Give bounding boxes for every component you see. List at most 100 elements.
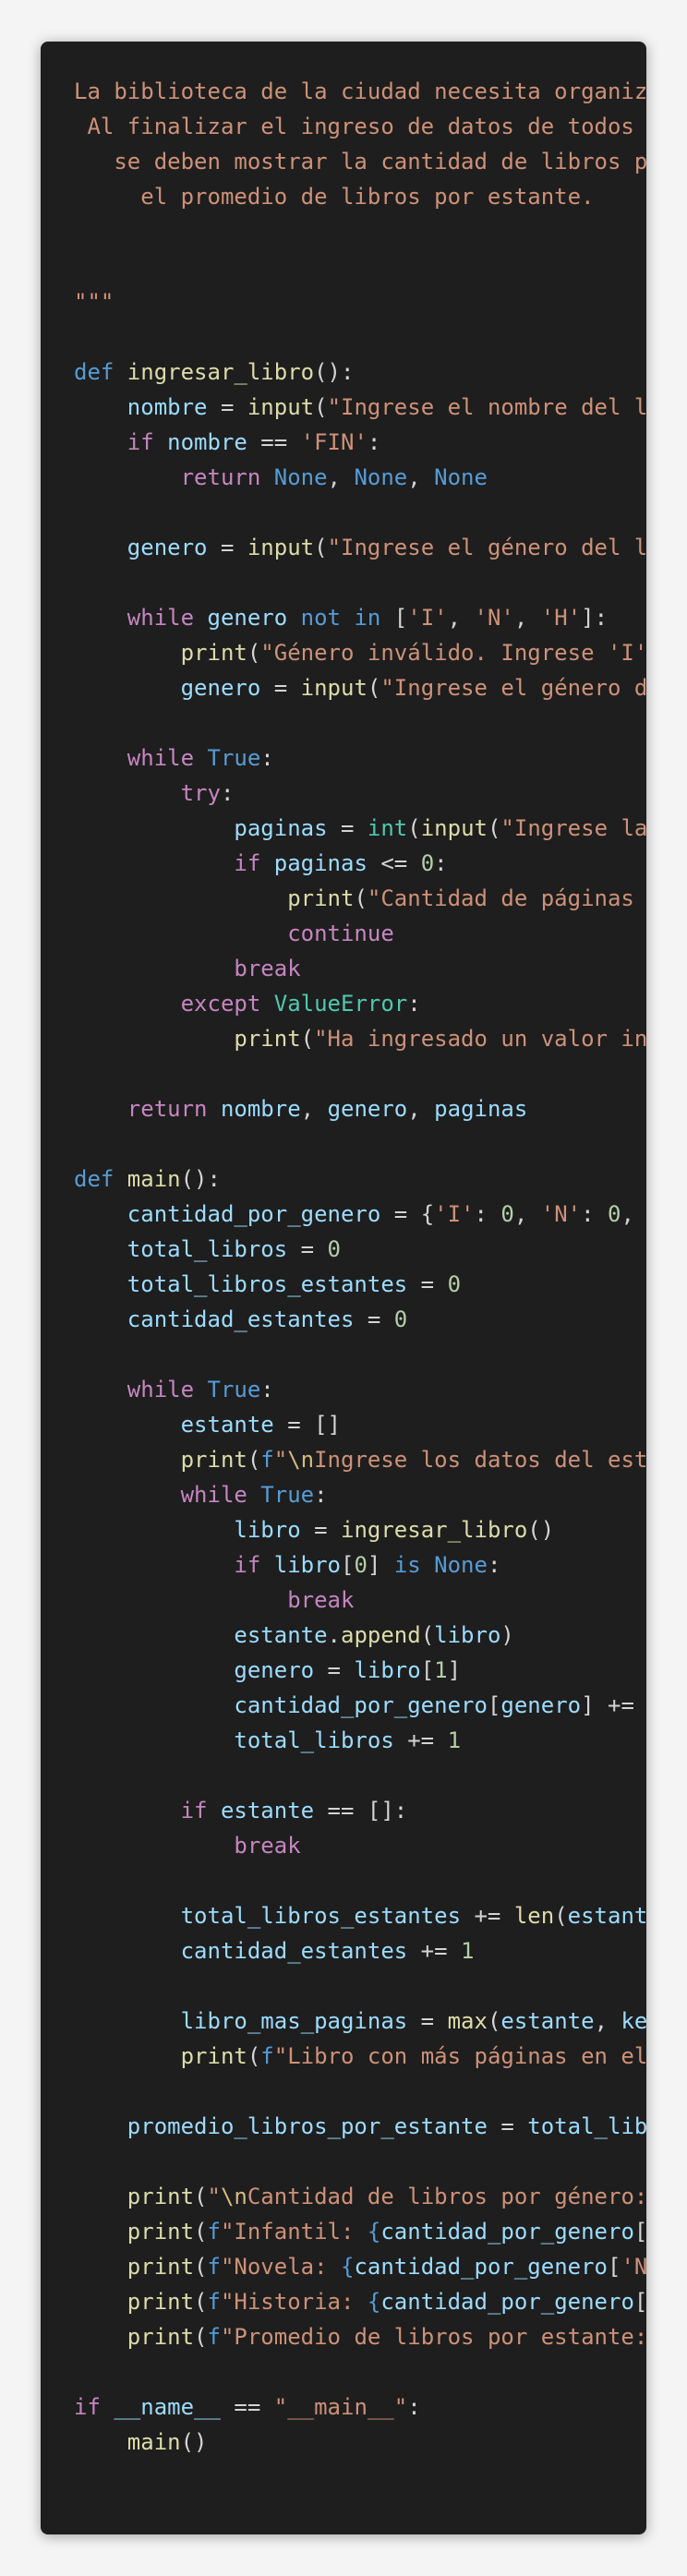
code-token: = bbox=[354, 1306, 394, 1332]
code-token: while bbox=[127, 1377, 208, 1402]
code-token: main bbox=[127, 2429, 181, 2455]
code-token: f bbox=[260, 1447, 274, 1473]
code-token: 'H' bbox=[540, 605, 582, 631]
code-line: Al finalizar el ingreso de datos de todo… bbox=[74, 109, 646, 144]
code-token: , bbox=[513, 1201, 541, 1227]
code-token: , bbox=[327, 464, 355, 490]
code-token: None bbox=[273, 464, 328, 490]
code-token: : bbox=[367, 429, 381, 455]
code-token: ( bbox=[354, 885, 368, 911]
code-token: Cantidad de libros por género: bbox=[247, 2184, 646, 2209]
code-token: None bbox=[354, 464, 408, 490]
code-token: ] bbox=[367, 1552, 394, 1578]
code-token: += bbox=[461, 1903, 514, 1929]
code-line: if nombre == 'FIN': bbox=[74, 425, 646, 460]
code-token: 'N' bbox=[540, 1201, 582, 1227]
code-token: libro bbox=[234, 1517, 301, 1543]
code-token: <= bbox=[367, 850, 421, 876]
code-token: . bbox=[327, 1622, 341, 1648]
code-line: el promedio de libros por estante. bbox=[74, 179, 646, 214]
code-token: while bbox=[127, 605, 208, 631]
code-token: f bbox=[207, 2324, 221, 2350]
code-token: total_libros_estantes bbox=[127, 1271, 408, 1297]
code-line: genero = libro[1] bbox=[74, 1653, 646, 1688]
code-token: cantidad_estantes bbox=[180, 1938, 408, 1964]
code-token: paginas bbox=[434, 1096, 528, 1122]
code-token: = bbox=[407, 1271, 448, 1297]
code-line: break bbox=[74, 951, 646, 986]
code-token: max bbox=[447, 2008, 488, 2034]
code-line: La biblioteca de la ciudad necesita orga… bbox=[74, 74, 646, 109]
code-token: el promedio de libros por estante. bbox=[74, 184, 595, 210]
code-token: print bbox=[180, 640, 247, 666]
code-token: : bbox=[487, 1552, 501, 1578]
code-token: 'FIN' bbox=[300, 429, 368, 455]
code-token: 'I' bbox=[407, 605, 448, 631]
code-token: ValueError bbox=[273, 991, 408, 1017]
code-line: if estante == []: bbox=[74, 1793, 646, 1828]
code-line: promedio_libros_por_estante = total_lib bbox=[74, 2109, 646, 2144]
code-token: len bbox=[513, 1903, 555, 1929]
code-token: main bbox=[127, 1166, 181, 1192]
code-line: print("Género inválido. Ingrese 'I' bbox=[74, 635, 646, 670]
code-line: genero = input("Ingrese el género del l bbox=[74, 530, 646, 565]
code-token: "Género inválido. Ingrese 'I' bbox=[260, 640, 646, 666]
code-token: estante bbox=[500, 2008, 595, 2034]
code-token: nombre bbox=[220, 1096, 301, 1122]
code-token: "Ingrese el nombre del l bbox=[327, 394, 646, 420]
code-token: paginas bbox=[234, 815, 328, 841]
code-token: append bbox=[341, 1622, 421, 1648]
code-line: while genero not in ['I', 'N', 'H']: bbox=[74, 600, 646, 635]
code-token: [ bbox=[608, 2254, 621, 2280]
code-token: [ bbox=[380, 605, 408, 631]
code-token: 0 bbox=[327, 1236, 341, 1262]
code-token: promedio_libros_por_estante bbox=[127, 2113, 488, 2139]
code-token: True bbox=[260, 1482, 315, 1508]
code-token: break bbox=[234, 1833, 301, 1859]
code-token: is None bbox=[393, 1552, 488, 1578]
code-token: , bbox=[407, 464, 435, 490]
code-token: == []: bbox=[314, 1798, 408, 1824]
code-token: return bbox=[180, 464, 274, 490]
code-token: nombre bbox=[127, 394, 208, 420]
code-line: cantidad_por_genero[genero] += bbox=[74, 1688, 646, 1723]
code-token: 1 bbox=[461, 1938, 475, 1964]
code-line: def main(): bbox=[74, 1162, 646, 1197]
code-token: "__main__" bbox=[273, 2394, 408, 2420]
code-token: 1 bbox=[447, 1727, 462, 1753]
code-token: ) bbox=[500, 1622, 514, 1648]
code-token: += bbox=[407, 1938, 462, 1964]
code-line: estante.append(libro) bbox=[74, 1618, 646, 1653]
code-token: ( bbox=[300, 1026, 315, 1052]
code-token: f bbox=[207, 2219, 221, 2245]
code-token: input bbox=[247, 394, 315, 420]
code-token: f bbox=[207, 2289, 221, 2315]
code-token: = { bbox=[380, 1201, 435, 1227]
code-token: "Cantidad de páginas bbox=[367, 885, 646, 911]
code-token: Ingrese los datos del est bbox=[314, 1447, 646, 1473]
code-token: print bbox=[287, 885, 355, 911]
code-token: 0 bbox=[420, 850, 435, 876]
code-token: "Promedio de libros por estante: bbox=[220, 2324, 646, 2350]
code-token: libro bbox=[354, 1657, 421, 1683]
code-token: : bbox=[581, 1201, 609, 1227]
code-token: "Historia: bbox=[220, 2289, 368, 2315]
code-token: continue bbox=[287, 921, 394, 946]
code-token: : bbox=[434, 850, 448, 876]
code-token: genero bbox=[180, 675, 261, 701]
code-token: = bbox=[287, 1236, 328, 1262]
code-token: f bbox=[260, 2043, 274, 2069]
code-line: print(f"Novela: {cantidad_por_genero['N bbox=[74, 2249, 646, 2284]
code-token: 1 bbox=[434, 1657, 448, 1683]
